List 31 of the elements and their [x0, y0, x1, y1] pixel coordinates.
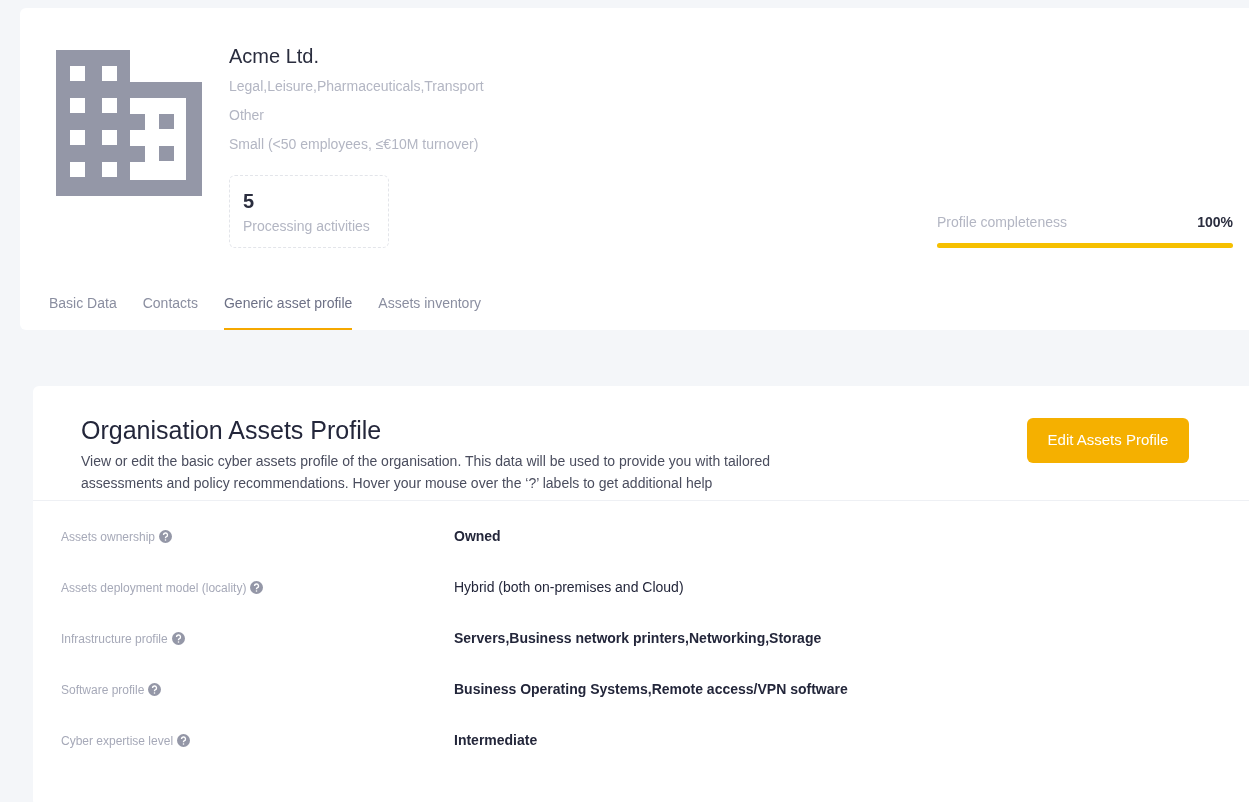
help-icon[interactable]: [177, 734, 191, 747]
field-value: Hybrid (both on-premises and Cloud): [454, 578, 684, 597]
completeness-label: Profile completeness: [937, 213, 1067, 232]
help-icon[interactable]: [159, 530, 173, 543]
tab[interactable]: Contacts: [142, 293, 198, 330]
field-label: Software profile: [61, 681, 145, 699]
organisation-detail: Small (<50 employees, ≤€10M turnover): [229, 135, 480, 154]
help-icon[interactable]: [250, 581, 264, 594]
field-label: Cyber expertise level: [61, 732, 174, 750]
panel-description: View or edit the basic cyber assets profile of the organisation. This data will be used to provide you with tailored assessments and policy recommendations. Hover your mouse over the ‘?’ labels to get additional help: [81, 451, 771, 493]
field-label: Infrastructure profile: [61, 630, 168, 648]
field-label: Assets ownership: [61, 528, 156, 546]
field-value: Intermediate: [454, 731, 538, 750]
building-icon: [56, 50, 202, 196]
edit-assets-profile-button[interactable]: Edit Assets Profile: [1027, 418, 1189, 463]
help-icon[interactable]: [171, 632, 185, 645]
tab[interactable]: Assets inventory: [378, 293, 482, 330]
tab[interactable]: Generic asset profile: [223, 293, 353, 330]
completeness-reading: 100%: [1197, 213, 1233, 232]
panel-title: Organisation Assets Profile: [81, 415, 383, 446]
field-value: Business Operating Systems,Remote access/VPN software: [454, 680, 848, 699]
stat-value: 5: [243, 189, 256, 214]
help-icon[interactable]: [148, 683, 162, 696]
organisation-name: Acme Ltd.: [229, 44, 321, 68]
organisation-detail: Other: [229, 106, 265, 125]
field-value: Owned: [454, 527, 501, 546]
organisation-detail: Legal,Leisure,Pharmaceuticals,Transport: [229, 77, 485, 96]
tab[interactable]: Basic Data: [49, 293, 117, 330]
field-value: Servers,Business network printers,Networking,Storage: [454, 629, 822, 648]
stat-label: Processing activities: [243, 217, 371, 236]
field-label: Assets deployment model (locality): [61, 579, 247, 597]
